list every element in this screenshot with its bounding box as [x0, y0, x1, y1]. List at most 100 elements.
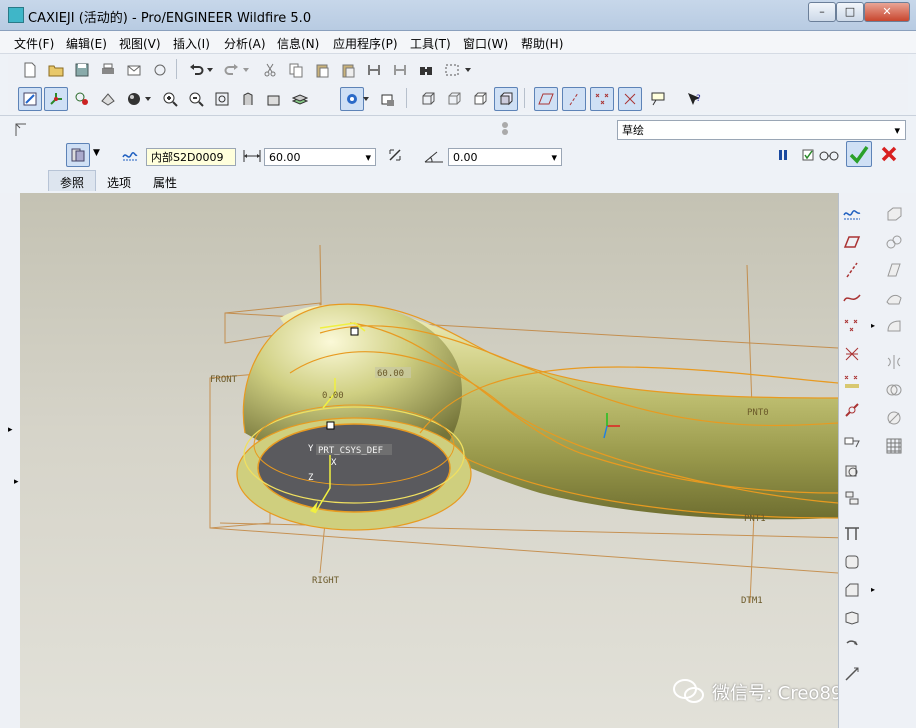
save-icon[interactable]	[70, 58, 94, 82]
extrude-tool-icon[interactable]	[883, 203, 905, 225]
selection-box-icon[interactable]	[440, 58, 464, 82]
menu-info[interactable]: 信息(N)	[277, 35, 319, 52]
expand-chamfer-tools-icon[interactable]: ▸	[871, 585, 875, 594]
datum-curve-tool-icon[interactable]	[841, 287, 863, 309]
menu-insert[interactable]: 插入(I)	[173, 35, 210, 52]
accept-button[interactable]	[846, 141, 872, 167]
datum-point-tool-icon[interactable]	[841, 315, 863, 337]
style-tool-icon[interactable]	[883, 315, 905, 337]
trim-tool-icon[interactable]	[883, 407, 905, 429]
csys-tool-icon[interactable]	[841, 343, 863, 365]
sketch-name-field[interactable]: 内部S2D0009	[146, 148, 236, 166]
open-folder-icon[interactable]	[44, 58, 68, 82]
tab-properties[interactable]: 属性	[153, 174, 177, 191]
pattern-tool-icon[interactable]	[841, 607, 863, 629]
orient-mode-icon[interactable]	[70, 87, 94, 111]
menu-edit[interactable]: 编辑(E)	[66, 35, 107, 52]
sweep-dropdown-icon[interactable]: ▼	[93, 148, 100, 158]
menu-window[interactable]: 窗口(W)	[463, 35, 508, 52]
round-tool-icon[interactable]	[841, 551, 863, 573]
sketch-tool-icon[interactable]	[841, 203, 863, 225]
expand-navigator-icon[interactable]: ▸	[8, 425, 13, 435]
sweep-type-icon[interactable]	[66, 143, 90, 167]
cut-icon[interactable]	[258, 58, 282, 82]
view-manager-icon[interactable]	[96, 87, 120, 111]
send-link-icon[interactable]	[148, 58, 172, 82]
chamfer-tool-icon[interactable]	[841, 579, 863, 601]
verify-glasses-icon[interactable]	[817, 143, 841, 167]
copy-icon[interactable]	[284, 58, 308, 82]
reorient-icon[interactable]	[236, 87, 260, 111]
depth-input[interactable]: 60.00 ▾	[264, 148, 376, 166]
dimension-depth[interactable]: 60.00	[377, 369, 404, 379]
tab-references[interactable]: 参照	[60, 174, 84, 191]
cancel-button[interactable]	[876, 141, 902, 167]
draft-tool-icon[interactable]	[841, 523, 863, 545]
zoom-in-icon[interactable]	[158, 87, 182, 111]
wireframe-icon[interactable]	[416, 87, 440, 111]
datum-axis-tool-icon[interactable]	[841, 259, 863, 281]
regen-manager-icon[interactable]	[388, 58, 412, 82]
shading-dropdown-icon[interactable]	[360, 87, 372, 111]
menu-tools[interactable]: 工具(T)	[410, 35, 451, 52]
datum-points-icon[interactable]	[590, 87, 614, 111]
tab-options[interactable]: 选项	[107, 174, 131, 191]
redo-dropdown-icon[interactable]	[240, 58, 252, 82]
menu-view[interactable]: 视图(V)	[119, 35, 161, 52]
menu-help[interactable]: 帮助(H)	[521, 35, 563, 52]
hole-tool-icon[interactable]	[841, 431, 863, 453]
context-help-icon[interactable]: ?	[682, 87, 706, 111]
boundary-blend-tool-icon[interactable]	[883, 287, 905, 309]
find-icon[interactable]	[414, 58, 438, 82]
graphics-viewport[interactable]: FRONT RIGHT PNT0 PNT1 DTM1 PRT_CSYS_DEF …	[20, 193, 838, 728]
send-mail-icon[interactable]	[122, 58, 146, 82]
filter-select[interactable]: 草绘 ▾	[617, 120, 906, 140]
datum-axes-icon[interactable]	[562, 87, 586, 111]
tweak-tool-icon[interactable]	[841, 399, 863, 421]
menu-applications[interactable]: 应用程序(P)	[333, 35, 398, 52]
sweep-tool-icon[interactable]	[841, 663, 863, 685]
csys-display-icon[interactable]	[618, 87, 642, 111]
print-icon[interactable]	[96, 58, 120, 82]
dimension-angle[interactable]: 0.00	[322, 391, 344, 401]
annotation-icon[interactable]	[646, 87, 670, 111]
pause-icon[interactable]	[771, 143, 795, 167]
paste-special-icon[interactable]	[336, 58, 360, 82]
menu-file[interactable]: 文件(F)	[14, 35, 54, 52]
swept-blend-tool-icon[interactable]	[883, 259, 905, 281]
shading-icon[interactable]	[494, 87, 518, 111]
saved-views-icon[interactable]	[262, 87, 286, 111]
drag-handle-2[interactable]	[326, 421, 335, 430]
paste-icon[interactable]	[310, 58, 334, 82]
hidden-line-icon[interactable]	[442, 87, 466, 111]
spin-center-icon[interactable]	[44, 87, 68, 111]
no-hidden-icon[interactable]	[468, 87, 492, 111]
flip-direction-icon[interactable]	[383, 143, 407, 167]
undo-dropdown-icon[interactable]	[204, 58, 216, 82]
selection-dropdown-icon[interactable]	[462, 58, 474, 82]
menu-analysis[interactable]: 分析(A)	[224, 35, 266, 52]
new-file-icon[interactable]	[18, 58, 42, 82]
expand-browser-icon[interactable]: ▸	[14, 477, 19, 487]
rib-tool-icon[interactable]	[841, 487, 863, 509]
analysis-feature-icon[interactable]	[841, 371, 863, 393]
model-canvas[interactable]: FRONT RIGHT PNT0 PNT1 DTM1 PRT_CSYS_DEF …	[20, 193, 838, 728]
zoom-out-icon[interactable]	[184, 87, 208, 111]
datum-plane-tool-icon[interactable]	[841, 231, 863, 253]
refit-icon[interactable]	[210, 87, 234, 111]
maximize-button[interactable]: □	[836, 2, 864, 22]
grid-tool-icon[interactable]	[883, 435, 905, 457]
angle-input[interactable]: 0.00 ▾	[448, 148, 562, 166]
regenerate-icon[interactable]	[362, 58, 386, 82]
sketch-handle-icon[interactable]	[12, 120, 32, 140]
sketch-section-icon[interactable]	[118, 143, 142, 167]
mirror-tool-icon[interactable]	[883, 351, 905, 373]
close-button[interactable]: ✕	[864, 2, 910, 22]
merge-tool-icon[interactable]	[883, 379, 905, 401]
expand-point-tools-icon[interactable]: ▸	[871, 321, 875, 330]
datum-planes-icon[interactable]	[534, 87, 558, 111]
model-display-icon[interactable]	[376, 87, 400, 111]
minimize-button[interactable]: –	[808, 2, 836, 22]
shell-tool-icon[interactable]	[841, 459, 863, 481]
revolve-tool-icon[interactable]	[841, 635, 863, 657]
